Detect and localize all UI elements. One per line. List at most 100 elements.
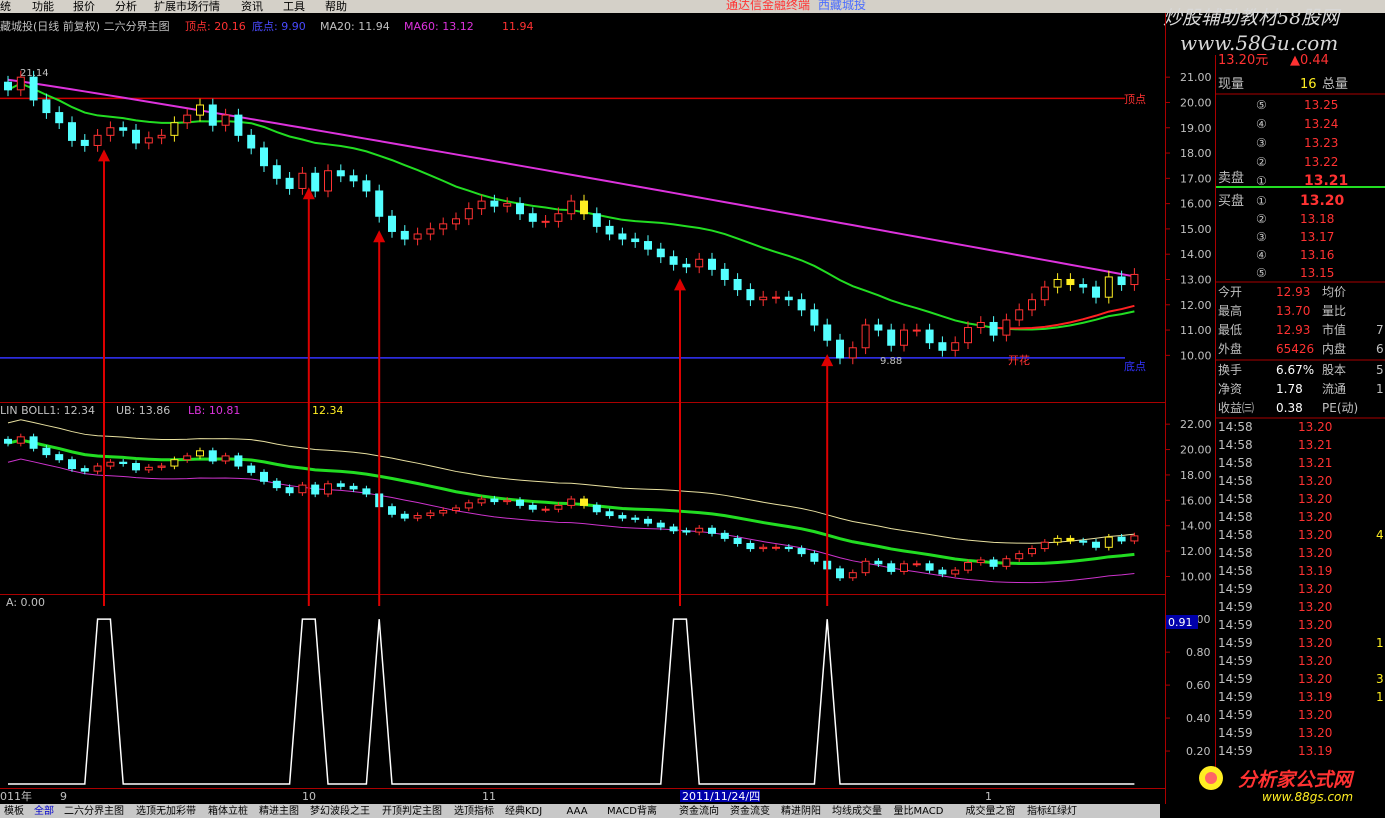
stat2-cell: 1.78 [1276, 382, 1303, 396]
tick-price: 13.20 [1298, 420, 1332, 434]
candle-body [490, 200, 499, 207]
tick-time: 14:58 [1218, 456, 1253, 470]
candle-body [567, 498, 576, 506]
stat2-cell: 6.67% [1276, 363, 1314, 377]
indicator-tab[interactable]: 成交量之窗 [966, 805, 1016, 818]
candle-body [106, 127, 115, 136]
candle-body [1104, 536, 1113, 548]
candle-body [272, 480, 281, 489]
indicator-tab[interactable]: AAA [567, 805, 588, 818]
sell-level: ② [1256, 155, 1267, 169]
indicator-tab[interactable]: 量比MACD [894, 805, 944, 818]
tick-price: 13.20 [1298, 528, 1332, 542]
indicator-tab[interactable]: 箱体立桩 [208, 805, 248, 818]
candle-body [938, 342, 947, 351]
indicator-tick-label: 0.20 [1186, 745, 1211, 758]
stat-cell: 最低 [1218, 323, 1242, 337]
candle-body [708, 258, 716, 270]
candle-body [669, 256, 678, 265]
indicator-tab[interactable]: MACD背离 [607, 805, 657, 818]
candle-body [1079, 284, 1088, 288]
price-tick-label: 11.00 [1180, 324, 1212, 337]
candle-body [324, 483, 332, 495]
tick-time: 14:58 [1218, 528, 1253, 542]
candle-body [554, 504, 563, 510]
low-price-note: 9.88 [880, 356, 902, 367]
candle-body [413, 515, 422, 519]
candle-body [708, 527, 716, 534]
candle-body [80, 139, 89, 146]
candle-body [132, 463, 140, 471]
stat-cell: 今开 [1218, 284, 1242, 299]
bottom-line-label: 底点 [1124, 359, 1146, 373]
indicator-tab[interactable]: 精进阴阳 [781, 805, 821, 818]
candle-body [861, 560, 870, 574]
candle-body [823, 324, 832, 341]
boll-tick-label: 20.00 [1180, 444, 1212, 457]
candle-body [1066, 537, 1075, 542]
candle-body [4, 438, 12, 444]
candle-body [1040, 286, 1049, 301]
candle-body [119, 127, 128, 131]
indicator-tab[interactable]: 经典KDJ [505, 805, 542, 818]
stat2-cell: 股本 [1322, 363, 1346, 377]
candle-body [938, 569, 947, 575]
candle-body [285, 177, 294, 189]
date-label-oct: 10 [302, 790, 316, 803]
candle-body [592, 213, 601, 227]
tick-time: 14:58 [1218, 474, 1253, 488]
boll-tick-label: 12.00 [1180, 545, 1212, 558]
tick-price: 13.20 [1298, 672, 1332, 686]
indicator-tab[interactable]: 选顶无加彩带 [136, 805, 196, 818]
sell-label: 卖盘 [1218, 170, 1244, 186]
candle-body [1066, 278, 1075, 286]
tick-time: 14:59 [1218, 690, 1253, 704]
indicator-tab[interactable]: 模板 [4, 805, 24, 818]
candle-body [989, 559, 998, 567]
boll-extra: 12.34 [312, 404, 344, 417]
candle-body [144, 137, 153, 144]
date-label-jan: 1 [985, 790, 992, 803]
boll-tick-label: 16.00 [1180, 494, 1212, 507]
indicator-tab[interactable]: 二六分界主图 [64, 805, 124, 818]
candle-body [55, 454, 64, 461]
chart-canvas[interactable]: 通达信金融终端 西藏城投 藏城投(日线 前复权) 二六分界主图 顶点: 20.1… [0, 0, 1385, 818]
candle-body [452, 218, 460, 225]
indicator-tab[interactable]: 均线成交量 [832, 805, 882, 818]
price-tick-label: 14.00 [1180, 248, 1212, 261]
tick-time: 14:59 [1218, 708, 1253, 722]
candle-body [311, 484, 320, 495]
candle-body [260, 471, 268, 482]
indicator-tab[interactable]: 梦幻波段之王 [310, 805, 370, 818]
tick-price: 13.20 [1298, 708, 1332, 722]
candle-body [285, 487, 294, 494]
candle-body [733, 537, 742, 544]
indicator-tick-label: 0.40 [1186, 712, 1211, 725]
watermark-line2: www.58Gu.com [1180, 31, 1338, 55]
candle-body [1053, 537, 1062, 543]
stat-cell: 内盘 [1322, 341, 1346, 356]
indicator-tab[interactable]: 开顶判定主图 [382, 805, 442, 818]
candle-body [106, 461, 115, 467]
ma20-value: MA20: 11.94 [320, 20, 390, 33]
indicator-tab[interactable]: 选顶指标 [454, 805, 494, 818]
candle-body [298, 172, 307, 189]
indicator-tab[interactable]: 资金流变 [730, 805, 770, 818]
candle-body [1117, 536, 1126, 542]
total-volume-label: 总量 [1322, 77, 1348, 92]
last-price: 13.20元 [1218, 53, 1268, 68]
indicator-tab[interactable]: 全部 [34, 805, 54, 818]
candle-body [964, 562, 972, 571]
stat-cell: 12.93 [1276, 323, 1310, 337]
candle-body [247, 134, 256, 149]
candle-body [413, 233, 422, 240]
indicator-tab[interactable]: 指标红绿灯 [1027, 805, 1077, 818]
buy-label: 买盘 [1218, 193, 1244, 209]
sell-price: 13.23 [1304, 136, 1338, 150]
indicator-tab[interactable]: 资金流向 [679, 805, 719, 818]
candle-body [157, 134, 166, 139]
indicator-tab[interactable]: 精进主图 [259, 805, 299, 818]
price-tick-label: 13.00 [1180, 273, 1212, 286]
tick-price: 13.21 [1298, 438, 1332, 452]
tick-time: 14:58 [1218, 420, 1253, 434]
